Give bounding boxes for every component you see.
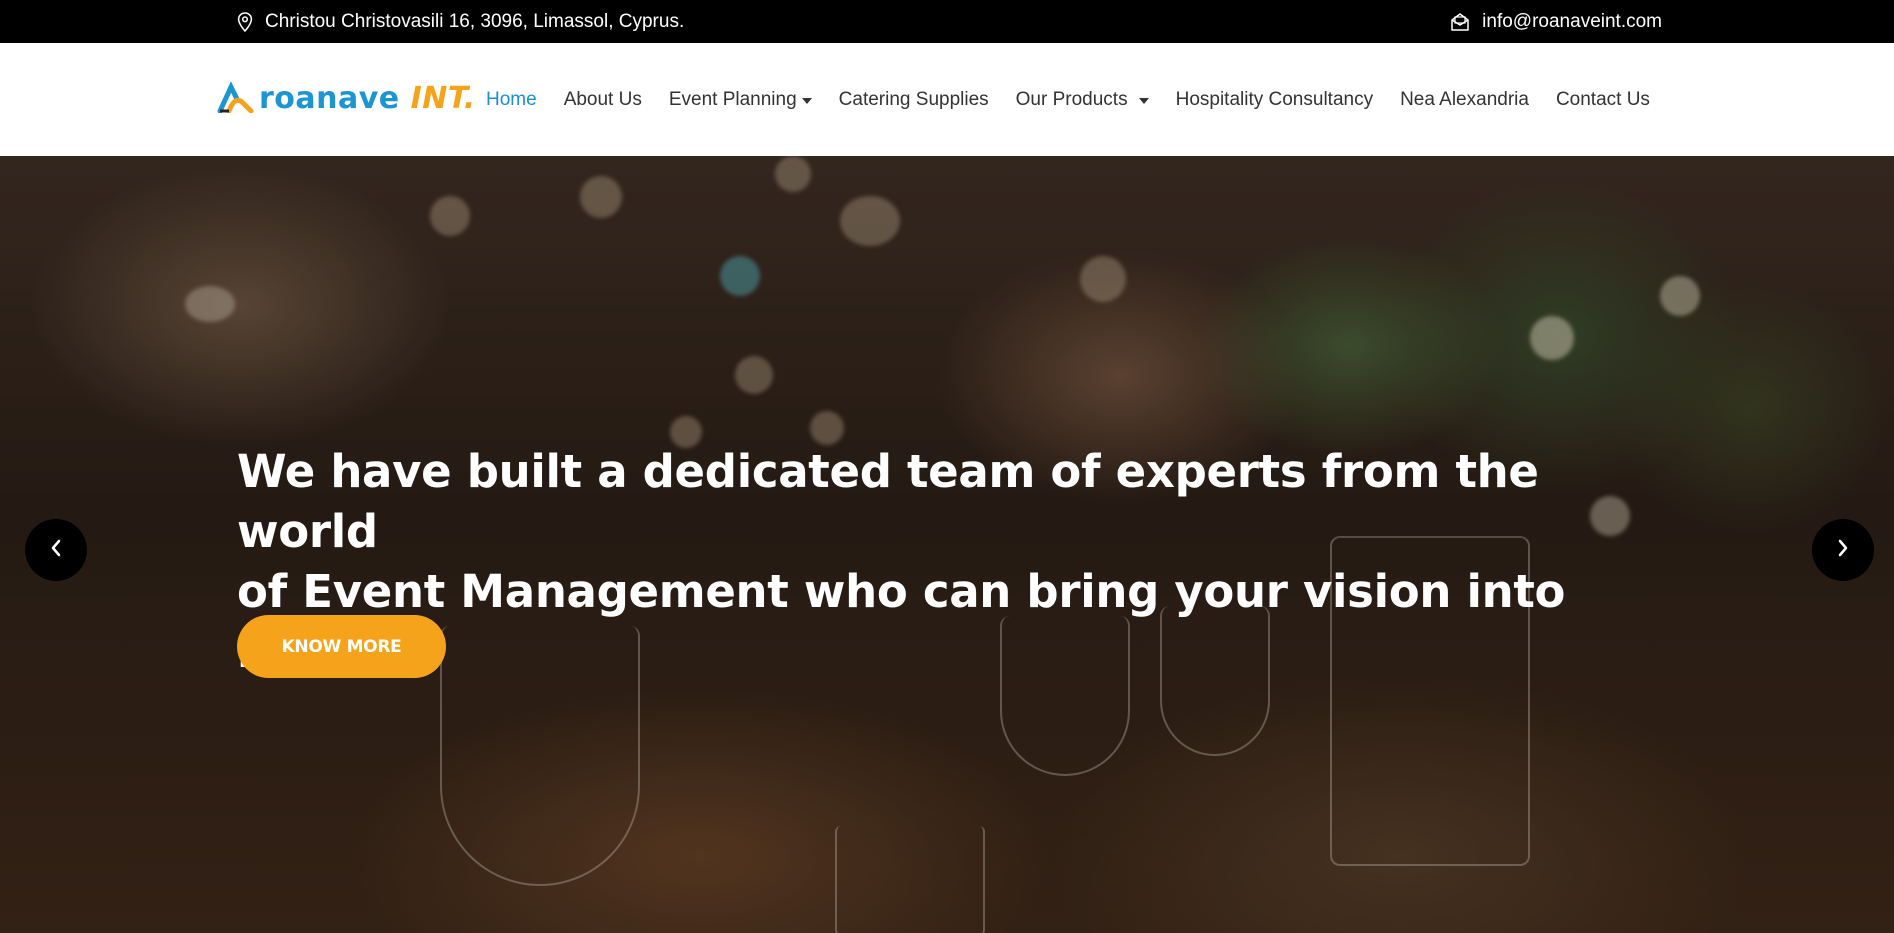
nav-item-home[interactable]: Home bbox=[486, 89, 537, 111]
email-block[interactable]: info@roanaveint.com bbox=[1450, 0, 1662, 43]
hero-headline-line-1: We have built a dedicated team of expert… bbox=[237, 445, 1539, 558]
email-link[interactable]: info@roanaveint.com bbox=[1482, 11, 1662, 33]
site-header: roanave INT. Home About Us Event Plannin… bbox=[0, 43, 1894, 156]
slider-prev-button[interactable] bbox=[25, 519, 87, 581]
hero-headline-line-2: of Event Management who can bring your v… bbox=[237, 565, 1566, 678]
logo-mark-icon bbox=[217, 80, 255, 118]
main-navigation: Home About Us Event Planning Catering Su… bbox=[486, 43, 1677, 156]
address-block: Christou Christovasili 16, 3096, Limasso… bbox=[237, 0, 684, 43]
chevron-right-icon bbox=[1836, 538, 1850, 563]
nav-item-hospitality-consultancy[interactable]: Hospitality Consultancy bbox=[1176, 89, 1373, 111]
caret-down-icon bbox=[1138, 97, 1149, 104]
nav-item-contact-us[interactable]: Contact Us bbox=[1556, 89, 1650, 111]
top-info-bar: Christou Christovasili 16, 3096, Limasso… bbox=[0, 0, 1894, 43]
address-text: Christou Christovasili 16, 3096, Limasso… bbox=[265, 10, 685, 32]
envelope-icon bbox=[1450, 12, 1470, 31]
know-more-button[interactable]: KNOW MORE bbox=[237, 615, 446, 678]
chevron-left-icon bbox=[49, 538, 63, 563]
nav-item-our-products[interactable]: Our Products bbox=[1016, 89, 1149, 111]
logo-text: roanave INT. bbox=[259, 81, 476, 116]
nav-item-event-planning[interactable]: Event Planning bbox=[669, 89, 812, 111]
hero-slider: We have built a dedicated team of expert… bbox=[0, 156, 1894, 933]
slider-next-button[interactable] bbox=[1812, 519, 1874, 581]
site-logo[interactable]: roanave INT. bbox=[217, 79, 476, 119]
nav-item-nea-alexandria[interactable]: Nea Alexandria bbox=[1400, 89, 1529, 111]
nav-item-catering-supplies[interactable]: Catering Supplies bbox=[839, 89, 989, 111]
nav-item-about-us[interactable]: About Us bbox=[564, 89, 642, 111]
map-pin-icon bbox=[237, 11, 253, 32]
caret-down-icon bbox=[801, 97, 812, 104]
